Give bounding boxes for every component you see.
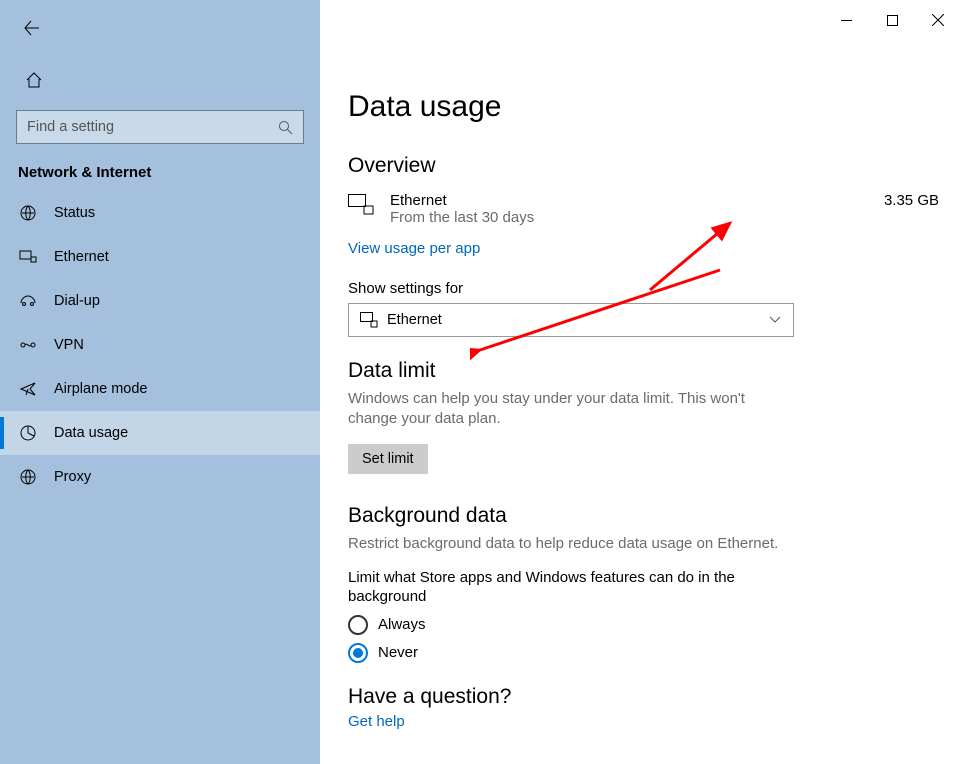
dialup-icon — [18, 291, 38, 311]
home-button[interactable] — [18, 64, 50, 96]
view-per-app-link[interactable]: View usage per app — [348, 240, 480, 257]
sidebar-item-label: Proxy — [54, 469, 91, 485]
back-arrow-icon — [24, 20, 40, 36]
close-button[interactable] — [915, 6, 961, 34]
main-area: Data usage Overview Ethernet From the la… — [320, 0, 967, 764]
background-desc: Restrict background data to help reduce … — [348, 534, 788, 554]
sidebar-item-vpn[interactable]: VPN — [0, 323, 320, 367]
data-limit-heading: Data limit — [348, 359, 939, 383]
sidebar: Network & Internet Status Ethernet Dial-… — [0, 0, 320, 764]
dropdown-value: Ethernet — [387, 312, 769, 328]
proxy-icon — [18, 467, 38, 487]
background-heading: Background data — [348, 504, 939, 528]
radio-label: Never — [378, 644, 418, 661]
sidebar-item-label: Ethernet — [54, 249, 109, 265]
sidebar-item-status[interactable]: Status — [0, 191, 320, 235]
radio-always[interactable]: Always — [348, 615, 939, 635]
minimize-button[interactable] — [823, 6, 869, 34]
close-icon — [932, 14, 944, 26]
category-label: Network & Internet — [0, 144, 320, 191]
search-box[interactable] — [16, 110, 304, 144]
adapter-dropdown[interactable]: Ethernet — [348, 303, 794, 337]
data-limit-desc: Windows can help you stay under your dat… — [348, 389, 788, 430]
sidebar-item-proxy[interactable]: Proxy — [0, 455, 320, 499]
home-icon — [25, 71, 43, 89]
sidebar-item-airplane[interactable]: Airplane mode — [0, 367, 320, 411]
search-icon — [278, 120, 293, 135]
maximize-icon — [887, 15, 898, 26]
radio-label: Always — [378, 616, 426, 633]
sidebar-item-dialup[interactable]: Dial-up — [0, 279, 320, 323]
search-input[interactable] — [27, 119, 278, 135]
radio-circle-icon — [348, 615, 368, 635]
overview-adapter-name: Ethernet — [390, 192, 884, 209]
sidebar-item-label: VPN — [54, 337, 84, 353]
sidebar-item-label: Data usage — [54, 425, 128, 441]
vpn-icon — [18, 335, 38, 355]
window-controls — [320, 0, 967, 32]
radio-never[interactable]: Never — [348, 643, 939, 663]
chevron-down-icon — [769, 311, 783, 329]
sidebar-item-datausage[interactable]: Data usage — [0, 411, 320, 455]
sidebar-item-label: Status — [54, 205, 95, 221]
minimize-icon — [841, 15, 852, 26]
sidebar-item-ethernet[interactable]: Ethernet — [0, 235, 320, 279]
datausage-icon — [18, 423, 38, 443]
background-sublabel: Limit what Store apps and Windows featur… — [348, 568, 788, 607]
show-settings-label: Show settings for — [348, 280, 939, 297]
overview-row: Ethernet From the last 30 days 3.35 GB — [348, 192, 939, 226]
ethernet-icon — [359, 312, 379, 328]
radio-circle-icon — [348, 643, 368, 663]
overview-period: From the last 30 days — [390, 209, 884, 226]
ethernet-adapter-icon — [348, 192, 380, 221]
sidebar-item-label: Airplane mode — [54, 381, 148, 397]
airplane-icon — [18, 379, 38, 399]
ethernet-icon — [18, 247, 38, 267]
get-help-link[interactable]: Get help — [348, 713, 405, 730]
overview-heading: Overview — [348, 154, 939, 178]
help-heading: Have a question? — [348, 685, 939, 709]
set-limit-button[interactable]: Set limit — [348, 444, 428, 474]
page-title: Data usage — [348, 90, 939, 124]
nav-list: Status Ethernet Dial-up VPN Airplane mod… — [0, 191, 320, 499]
sidebar-item-label: Dial-up — [54, 293, 100, 309]
maximize-button[interactable] — [869, 6, 915, 34]
status-icon — [18, 203, 38, 223]
back-button[interactable] — [16, 12, 48, 44]
overview-amount: 3.35 GB — [884, 192, 939, 209]
